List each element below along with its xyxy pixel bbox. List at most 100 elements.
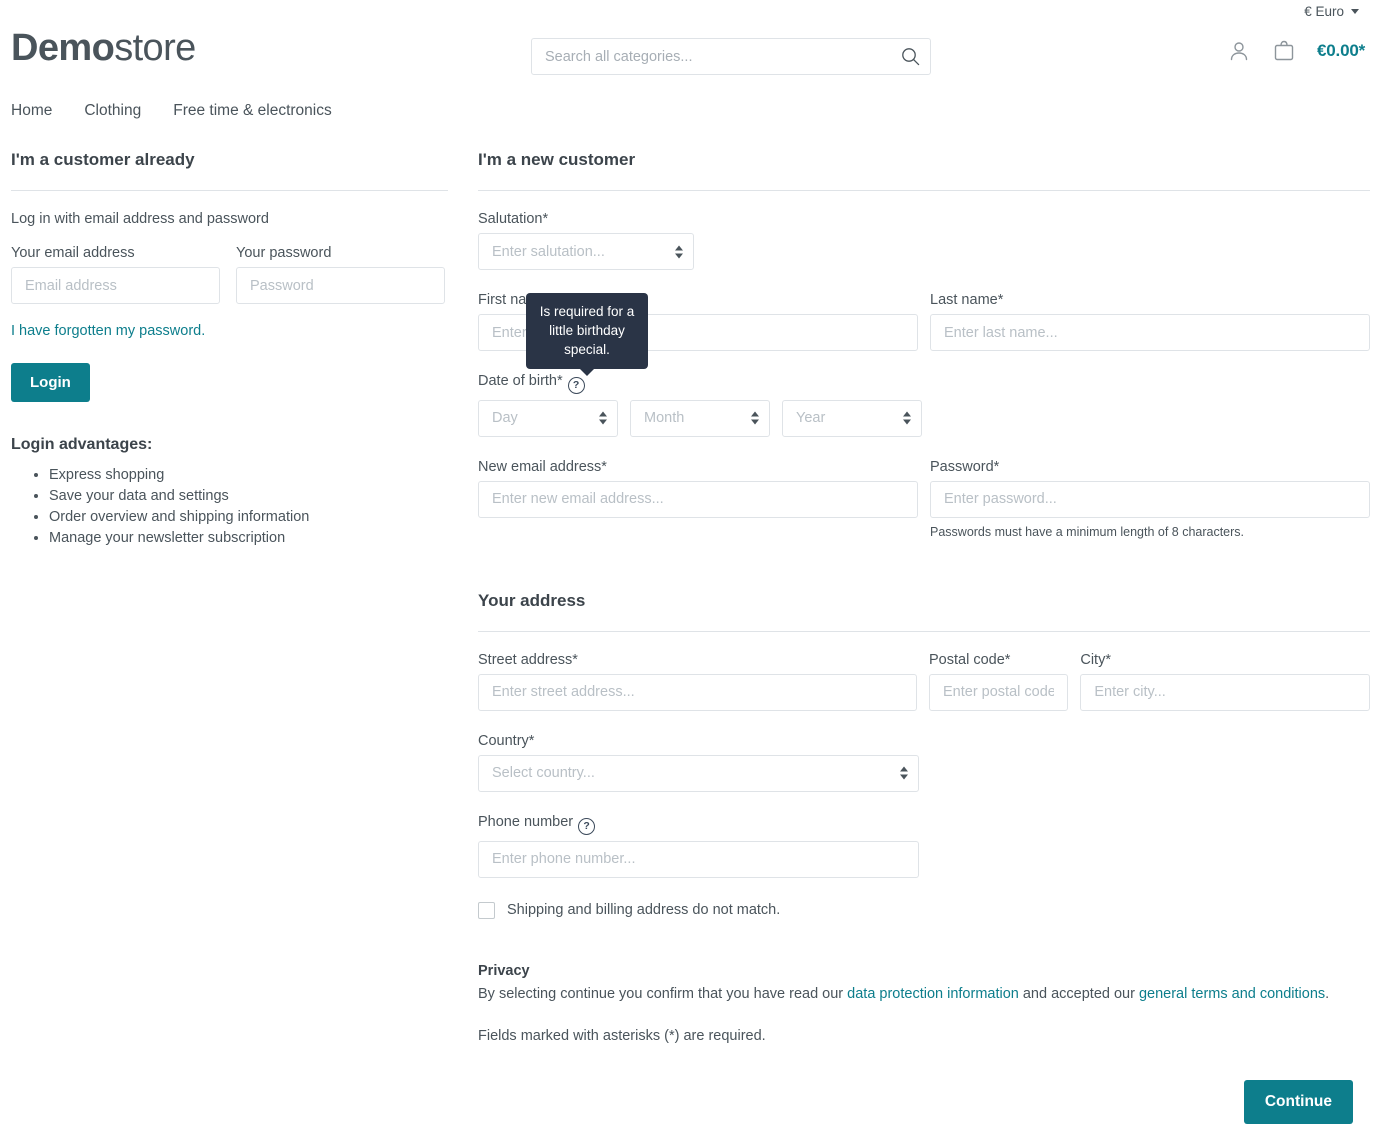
login-fields-row: Your email address Your password xyxy=(11,245,448,304)
continue-button[interactable]: Continue xyxy=(1243,1080,1353,1124)
city-label: City* xyxy=(1080,651,1111,668)
terms-conditions-link[interactable]: general terms and conditions xyxy=(1139,986,1325,1002)
last-name-field-group: Last name* xyxy=(930,292,1370,351)
chevron-down-icon xyxy=(1351,8,1359,14)
postal-code-input[interactable] xyxy=(928,673,1069,711)
login-password-input[interactable] xyxy=(236,267,445,304)
city-input[interactable] xyxy=(1080,673,1371,711)
utility-bar: € Euro xyxy=(0,0,1387,22)
salutation-field-group: Salutation* Enter salutation... xyxy=(478,211,1370,270)
required-fields-note: Fields marked with asterisks (*) are req… xyxy=(478,1027,766,1044)
login-section: I'm a customer already Log in with email… xyxy=(11,150,448,549)
user-icon xyxy=(1230,42,1248,61)
nav-item-clothing[interactable]: Clothing xyxy=(84,98,141,124)
list-item: Order overview and shipping information xyxy=(49,507,448,528)
dob-month-wrap: Month xyxy=(630,399,770,437)
login-email-label: Your email address xyxy=(11,245,135,261)
list-item: Express shopping xyxy=(49,465,448,486)
dob-day-select[interactable]: Day xyxy=(478,399,618,437)
privacy-title: Privacy xyxy=(478,962,530,979)
cart-button[interactable] xyxy=(1271,38,1297,64)
phone-input[interactable] xyxy=(478,840,919,878)
street-label: Street address* xyxy=(478,651,578,668)
currency-label: € Euro xyxy=(1304,3,1344,19)
dob-month-select[interactable]: Month xyxy=(630,399,770,437)
registration-section: I'm a new customer Salutation* Enter sal… xyxy=(478,150,1371,1124)
list-item: Save your data and settings xyxy=(49,486,448,507)
help-icon-phone[interactable]: ? xyxy=(578,817,596,835)
register-title: I'm a new customer xyxy=(478,150,636,169)
salutation-select-wrap: Enter salutation... xyxy=(478,233,694,270)
login-title: I'm a customer already xyxy=(11,150,195,169)
login-password-field-group: Your password xyxy=(236,245,445,304)
header-actions: €0.00* xyxy=(1227,38,1365,64)
dob-field-group: Date of birth*? Day Month Year xyxy=(478,373,1370,437)
salutation-label: Salutation* xyxy=(478,211,549,227)
phone-label-wrap: Phone number? xyxy=(478,814,1370,835)
login-subtitle: Log in with email address and password xyxy=(11,211,269,227)
phone-label: Phone number xyxy=(478,813,574,830)
forgot-password-link[interactable]: I have forgotten my password. xyxy=(11,323,205,339)
different-shipping-checkbox[interactable] xyxy=(478,901,495,919)
credentials-row: New email address* Password* Passwords m… xyxy=(478,459,1370,539)
logo-bold-text: Demo xyxy=(11,27,115,69)
shopping-bag-icon xyxy=(1274,40,1294,61)
help-icon-dob[interactable]: ? xyxy=(567,376,585,394)
cart-total-amount[interactable]: €0.00* xyxy=(1317,41,1365,61)
privacy-text-middle: and accepted our xyxy=(1018,985,1139,1002)
dob-year-select[interactable]: Year xyxy=(782,399,922,437)
country-select[interactable]: Select country... xyxy=(478,754,919,792)
new-email-label: New email address* xyxy=(478,458,607,475)
logo-light-text: store xyxy=(114,27,196,69)
postal-field-group: Postal code* xyxy=(928,651,1069,711)
new-password-input[interactable] xyxy=(930,480,1370,518)
dob-selects-row: Day Month Year xyxy=(478,399,1370,437)
different-shipping-label[interactable]: Shipping and billing address do not matc… xyxy=(507,902,780,918)
search-input[interactable] xyxy=(531,38,931,75)
street-input[interactable] xyxy=(478,673,917,711)
dob-day-wrap: Day xyxy=(478,399,618,437)
privacy-text: By selecting continue you confirm that y… xyxy=(478,984,1370,1004)
address-row: Street address* Postal code* City* xyxy=(478,651,1371,711)
address-title: Your address xyxy=(478,590,586,610)
currency-selector[interactable]: € Euro xyxy=(1304,4,1359,19)
new-password-field-group: Password* Passwords must have a minimum … xyxy=(930,459,1370,539)
dob-label: Date of birth* xyxy=(478,373,563,389)
search-button[interactable] xyxy=(890,39,930,74)
site-logo[interactable]: Demostore xyxy=(11,27,196,70)
list-item: Manage your newsletter subscription xyxy=(49,528,448,549)
new-email-field-group: New email address* xyxy=(478,459,918,539)
registration-page: € Euro Demostore Search all categories..… xyxy=(0,0,1387,1130)
nav-item-free-time[interactable]: Free time & electronics xyxy=(173,98,332,124)
dob-year-wrap: Year xyxy=(782,399,922,437)
login-email-input[interactable] xyxy=(11,267,220,304)
street-field-group: Street address* xyxy=(478,652,917,711)
privacy-block: Privacy By selecting continue you confir… xyxy=(478,963,1370,1044)
search-bar xyxy=(531,38,931,75)
new-email-input[interactable] xyxy=(478,480,918,518)
login-advantages-list: Express shopping Save your data and sett… xyxy=(11,465,448,549)
login-advantages-title: Login advantages: xyxy=(11,436,153,453)
salutation-select[interactable]: Enter salutation... xyxy=(478,233,694,270)
login-button[interactable]: Login xyxy=(11,363,90,402)
country-label: Country* xyxy=(478,732,535,749)
search-icon xyxy=(901,48,919,66)
main-navigation: Home Clothing Free time & electronics xyxy=(11,98,332,124)
nav-item-home[interactable]: Home xyxy=(11,98,52,124)
login-password-label: Your password xyxy=(236,245,332,261)
last-name-input[interactable] xyxy=(930,314,1370,351)
data-protection-link[interactable]: data protection information xyxy=(847,986,1019,1002)
privacy-text-before: By selecting continue you confirm that y… xyxy=(478,985,848,1002)
dob-label-wrap: Date of birth*? xyxy=(478,373,1370,394)
last-name-label: Last name* xyxy=(930,292,1004,308)
postal-label: Postal code* xyxy=(928,651,1011,668)
birthday-tooltip: Is required for a little birthday specia… xyxy=(526,293,648,369)
login-email-field-group: Your email address xyxy=(11,245,220,304)
account-button[interactable] xyxy=(1227,39,1251,63)
country-field-group: Country* Select country... xyxy=(478,733,1370,792)
continue-button-wrap: Continue xyxy=(1243,1080,1353,1124)
password-hint: Passwords must have a minimum length of … xyxy=(930,524,1245,539)
city-field-group: City* xyxy=(1080,651,1371,711)
country-select-wrap: Select country... xyxy=(478,754,919,792)
phone-field-group: Phone number? xyxy=(478,814,1370,878)
